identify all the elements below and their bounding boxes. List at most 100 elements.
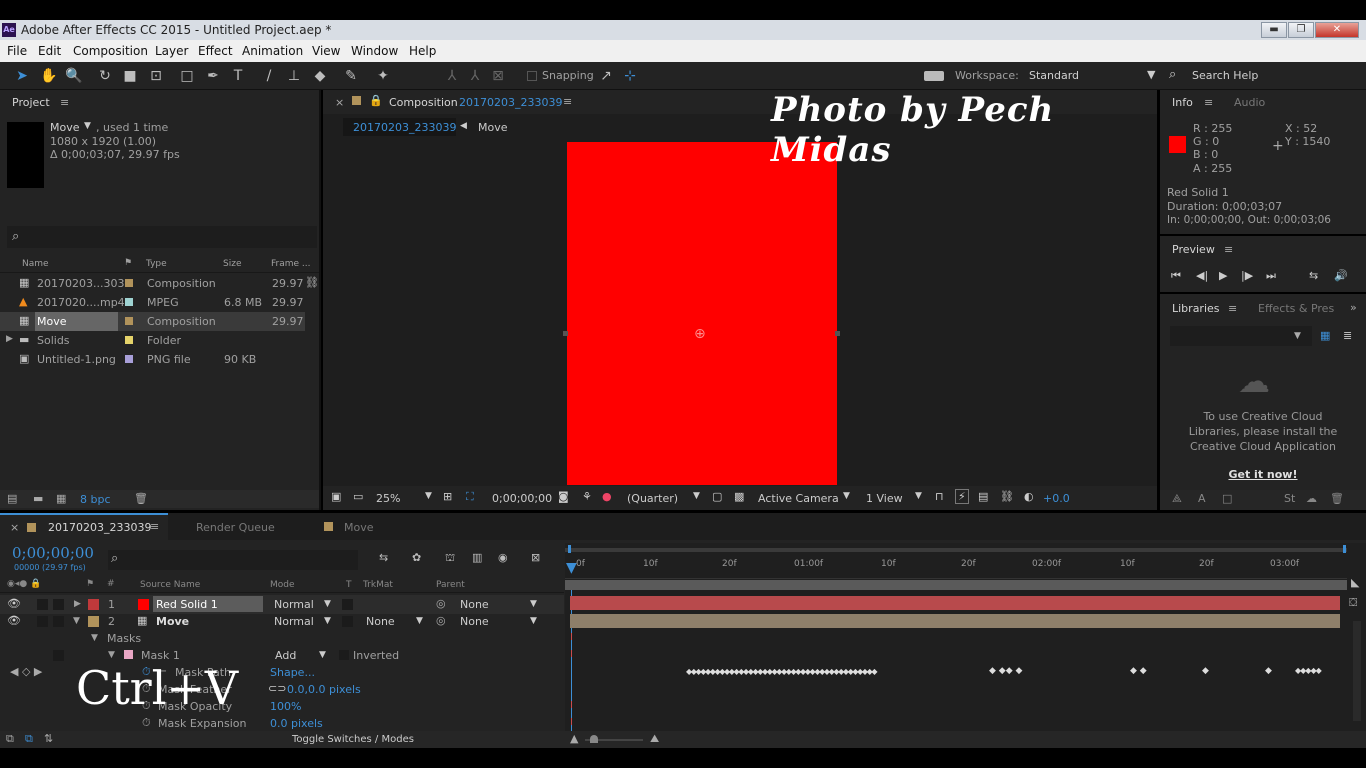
time-navigator[interactable] — [565, 580, 1347, 590]
label-tag-icon[interactable]: ⚑ — [86, 579, 94, 589]
keyframe[interactable]: ◆◆◆◆◆ — [1295, 666, 1322, 675]
selection-tool-icon[interactable]: ➤ — [13, 67, 31, 85]
keyframe-navigator-icon[interactable]: ◀ ◇ ▶ — [10, 665, 42, 678]
trash-icon[interactable]: 🗑 — [1330, 492, 1344, 505]
zoom-in-icon[interactable]: ⛰ — [650, 732, 659, 746]
keyframe[interactable]: ◆ ◆ — [1130, 666, 1147, 676]
property-value[interactable]: 100% — [270, 700, 301, 713]
label-color[interactable] — [125, 336, 133, 344]
restore-button[interactable]: ❐ — [1288, 22, 1314, 38]
panel-menu-icon[interactable]: ≡ — [60, 96, 69, 109]
in-out-icon[interactable]: ⇅ — [44, 732, 53, 745]
menu-edit[interactable]: Edit — [38, 44, 61, 58]
time-ruler[interactable]: 0f 10f 20f 01:00f 10f 20f 02:00f 10f 20f… — [565, 557, 1347, 579]
expand-arrow-icon[interactable]: ▶ — [6, 334, 13, 344]
project-item[interactable]: ▦ 20170203...3039 Composition 29.97 ⛓ — [0, 274, 319, 293]
preserve-transparency[interactable] — [342, 616, 353, 627]
toggle-pixel-aspect-icon[interactable]: ⊓ — [935, 490, 944, 503]
frame-blending-icon[interactable]: ▥ — [472, 551, 482, 564]
clone-stamp-tool-icon[interactable]: ⊥ — [285, 67, 303, 85]
always-preview-icon[interactable]: ▣ — [331, 490, 341, 503]
safe-zones-icon[interactable]: ⛶ — [466, 490, 474, 504]
world-axis-icon[interactable]: ⅄ — [466, 67, 484, 85]
parent-dropdown[interactable]: None — [460, 615, 489, 628]
layer-1-duration-bar[interactable] — [570, 596, 1340, 610]
property-value[interactable]: Shape... — [270, 666, 315, 679]
label-color[interactable] — [125, 279, 133, 287]
keyframe[interactable]: ◆ ◆◆ ◆ — [989, 666, 1022, 676]
sync-icon[interactable]: ☁ — [1306, 492, 1317, 505]
flowchart-icon[interactable]: ⛓ — [1000, 490, 1014, 503]
roto-brush-tool-icon[interactable]: ✎ — [342, 67, 360, 85]
zoom-slider-thumb[interactable] — [590, 735, 598, 743]
flowchart-icon[interactable]: ⛓ — [305, 276, 319, 289]
menu-composition[interactable]: Composition — [73, 44, 148, 58]
more-panels-icon[interactable]: » — [1350, 301, 1357, 314]
snapping-checkbox[interactable] — [527, 71, 537, 81]
play-icon[interactable]: ▶ — [1219, 269, 1227, 282]
column-source-name[interactable]: Source Name — [140, 580, 200, 590]
lock-switch[interactable] — [53, 599, 64, 610]
zoom-tool-icon[interactable]: 🔍 — [65, 67, 83, 85]
column-trkmat[interactable]: TrkMat — [363, 580, 393, 590]
chevron-down-icon[interactable]: ▼ — [915, 491, 922, 501]
menu-file[interactable]: File — [7, 44, 27, 58]
column-type[interactable]: Type — [146, 259, 167, 269]
loop-icon[interactable]: ⇆ — [1309, 269, 1318, 282]
project-item[interactable]: ▣ Untitled-1.png PNG file 90 KB — [0, 350, 319, 369]
fast-previews-icon[interactable]: ⚡ — [955, 489, 969, 504]
tab-libraries[interactable]: Libraries — [1172, 302, 1220, 315]
hand-tool-icon[interactable]: ✋ — [40, 67, 58, 85]
composition-tab-active[interactable]: 20170203_233039 — [343, 118, 456, 136]
snap-edges-icon[interactable]: ↗ — [597, 67, 615, 85]
panel-menu-icon[interactable]: ≡ — [1228, 302, 1237, 315]
menu-layer[interactable]: Layer — [155, 44, 188, 58]
menu-effect[interactable]: Effect — [198, 44, 233, 58]
view-axis-icon[interactable]: ⊠ — [489, 67, 507, 85]
work-area-end[interactable] — [1343, 545, 1346, 553]
work-area-bar[interactable] — [565, 548, 1347, 552]
interpret-footage-icon[interactable]: ▤ — [7, 492, 17, 505]
camera-dropdown[interactable]: Active Camera — [758, 492, 839, 505]
local-axis-icon[interactable]: ⅄ — [443, 67, 461, 85]
view-layout-dropdown[interactable]: 1 View — [866, 492, 903, 505]
last-frame-icon[interactable]: ⏭ — [1266, 269, 1276, 283]
color-depth-button[interactable]: 8 bpc — [80, 493, 111, 506]
preserve-transparency[interactable] — [342, 599, 353, 610]
solo-switch[interactable] — [37, 616, 48, 627]
chevron-left-icon[interactable]: ◀ — [460, 121, 467, 131]
chevron-down-icon[interactable]: ▼ — [324, 599, 331, 609]
next-frame-icon[interactable]: |▶ — [1241, 269, 1253, 282]
work-area-start[interactable] — [568, 545, 571, 553]
column-parent[interactable]: Parent — [436, 580, 465, 590]
vertical-scrollbar[interactable] — [1353, 621, 1361, 721]
label-color[interactable] — [125, 298, 133, 306]
draft-3d-icon[interactable]: ✿ — [412, 551, 421, 564]
project-item[interactable]: ▶ ▬ Solids Folder — [0, 331, 319, 350]
timeline-icon[interactable]: ▤ — [978, 490, 988, 503]
grid-view-icon[interactable]: ▦ — [1320, 329, 1330, 342]
panel-menu-icon[interactable]: ≡ — [563, 95, 572, 108]
panel-menu-icon[interactable]: ≡ — [1204, 96, 1213, 109]
lock-icon[interactable]: 🔒 — [369, 94, 383, 107]
rectangle-tool-icon[interactable]: □ — [178, 67, 196, 85]
eye-icon[interactable]: 👁 — [7, 597, 21, 610]
layer-name[interactable]: Move — [156, 615, 189, 628]
new-folder-icon[interactable]: ▬ — [33, 492, 43, 505]
get-it-now-link[interactable]: Get it now! — [1160, 468, 1366, 481]
tab-render-queue[interactable]: Render Queue — [196, 521, 275, 534]
menu-animation[interactable]: Animation — [242, 44, 303, 58]
av-features-icon[interactable]: ◉◂● 🔒 — [7, 579, 41, 589]
menu-help[interactable]: Help — [409, 44, 436, 58]
workspace-dropdown[interactable]: Standard — [1029, 69, 1079, 82]
library-select[interactable] — [1170, 326, 1312, 346]
layer-name[interactable]: Red Solid 1 — [153, 596, 263, 612]
preview-title[interactable]: Preview — [1172, 243, 1215, 256]
anchor-point-icon[interactable]: ⊕ — [694, 326, 706, 342]
layer-switches-icon[interactable]: ⧉ — [6, 732, 14, 746]
tab-timeline-active[interactable]: × 20170203_233039 ≡ — [0, 513, 168, 540]
red-solid-layer[interactable]: ⊕ — [567, 142, 837, 485]
pickwhip-icon[interactable]: ◎ — [436, 614, 446, 627]
chevron-down-icon[interactable]: ▼ — [425, 491, 432, 501]
expand-arrow-icon[interactable]: ▶ — [74, 599, 81, 609]
